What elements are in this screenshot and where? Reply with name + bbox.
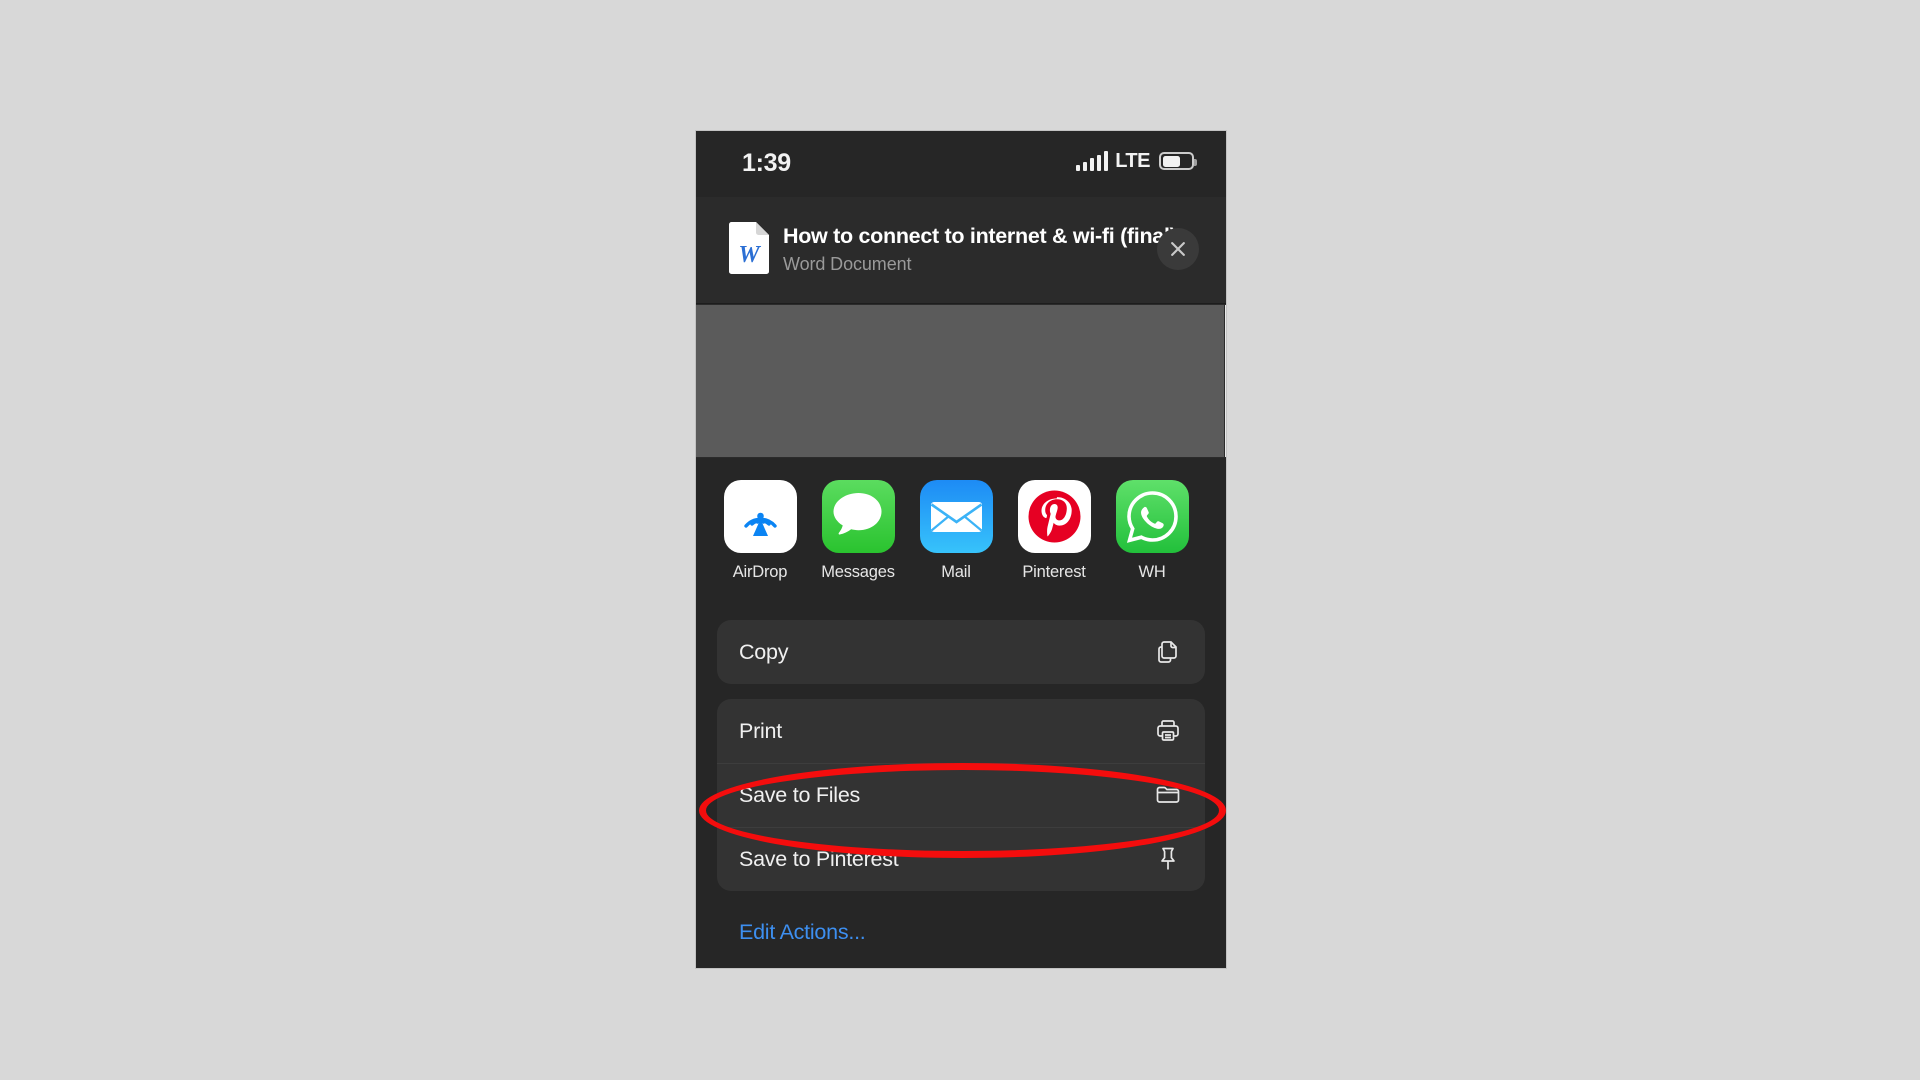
status-bar-time: 1:39 [742,149,791,177]
svg-text:W: W [738,242,761,268]
action-label: Print [739,718,782,743]
share-app-messages[interactable]: Messages [814,480,902,582]
action-card-copy: Copy [717,620,1205,684]
copy-icon [1153,637,1183,667]
close-button[interactable] [1157,228,1199,270]
action-row-print[interactable]: Print [717,699,1205,763]
share-app-label: Mail [941,563,971,581]
share-app-whatsapp[interactable]: WH [1108,480,1196,582]
document-preview-thumbnail[interactable] [696,305,1224,457]
battery-icon [1159,152,1197,170]
document-header: W How to connect to internet & wi-fi (fi… [696,197,1226,304]
action-card-main: Print Save to Files Save to Pinterest [717,699,1205,891]
action-label: Save to Files [739,782,861,807]
action-list: Copy Print Save to Files Save to Pintere… [696,620,1226,945]
airdrop-icon [723,480,797,553]
share-app-label: AirDrop [732,563,788,581]
share-app-mail[interactable]: Mail [912,480,1000,582]
whatsapp-icon [1115,480,1189,553]
share-app-airdrop[interactable]: AirDrop [716,480,804,582]
edit-actions-button[interactable]: Edit Actions... [717,906,1205,945]
network-type-label: LTE [1115,150,1150,172]
close-icon [1171,242,1185,256]
pin-icon [1153,844,1183,874]
messages-icon [821,480,895,553]
action-label: Copy [739,639,789,664]
cellular-signal-icon [1075,151,1109,171]
share-app-pinterest[interactable]: Pinterest [1010,480,1098,582]
printer-icon [1153,716,1183,746]
document-preview-strip [696,304,1226,458]
action-row-copy[interactable]: Copy [717,620,1205,684]
share-app-label: WH [1138,563,1166,581]
document-preview-thumbnail-next[interactable] [1225,305,1226,457]
status-bar: 1:39 LTE [696,131,1226,197]
action-row-save-to-files[interactable]: Save to Files [717,763,1205,827]
word-document-icon: W [729,222,769,274]
pinterest-icon [1017,480,1091,553]
mail-icon [919,480,993,553]
phone-screenshot: 1:39 LTE W How to connect to internet & … [696,131,1226,968]
action-row-save-to-pinterest[interactable]: Save to Pinterest [717,827,1205,891]
action-label: Save to Pinterest [739,846,899,871]
status-bar-indicators: LTE [1075,150,1197,172]
document-subtitle: Word Document [783,254,912,274]
screenshot-canvas: 1:39 LTE W How to connect to internet & … [0,0,1920,1080]
share-app-label: Messages [821,563,895,581]
share-app-label: Pinterest [1022,563,1086,581]
share-apps-row[interactable]: AirDrop Messages Mail Pinterest WH [696,458,1226,620]
folder-icon [1153,780,1183,810]
document-title: How to connect to internet & wi-fi (fina… [783,224,1177,248]
